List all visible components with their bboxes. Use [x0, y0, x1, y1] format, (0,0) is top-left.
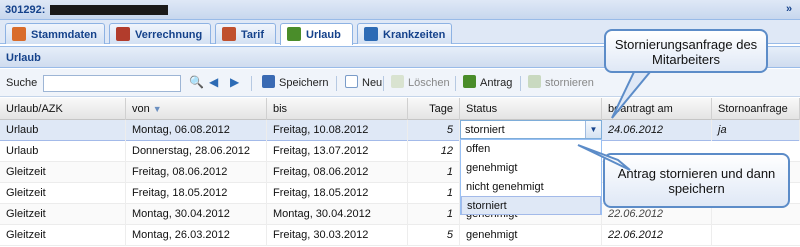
dropdown-option-nicht-genehmigt[interactable]: nicht genehmigt — [461, 178, 601, 197]
chevron-down-icon[interactable]: ▼ — [585, 121, 601, 138]
callout-employee-request: Stornierungsanfrage des Mitarbeiters — [604, 29, 768, 73]
dropdown-option-storniert[interactable]: storniert — [461, 196, 601, 215]
new-document-icon — [345, 75, 358, 88]
tab-krankzeiten[interactable]: Krankzeiten — [357, 23, 452, 44]
panel-title: Urlaub — [6, 52, 41, 64]
cell-tage: 1 — [408, 183, 460, 204]
cell-tage: 5 — [408, 225, 460, 246]
cell-status: genehmigt — [460, 225, 602, 246]
arrow-right-icon[interactable]: ▶ — [230, 75, 239, 91]
new-button[interactable]: Neu — [345, 75, 382, 91]
column-header-tage[interactable]: Tage — [408, 98, 460, 120]
cell-tage: 1 — [408, 204, 460, 225]
cancel-request-button[interactable]: stornieren — [528, 75, 594, 91]
cell-type: Gleitzeit — [0, 183, 126, 204]
floppy-disk-icon — [262, 75, 275, 88]
tab-tarif[interactable]: Tarif — [215, 23, 276, 44]
binoculars-icon[interactable]: 🔍 — [189, 75, 204, 91]
status-combobox-value: storniert — [465, 124, 505, 136]
status-combobox[interactable]: storniert ▼ — [460, 120, 602, 139]
cell-tage: 1 — [408, 162, 460, 183]
cell-von: Montag, 06.08.2012 — [126, 120, 267, 141]
tab-urlaub[interactable]: Urlaub — [280, 23, 353, 45]
cell-beantragt: 24.06.2012 — [602, 120, 712, 141]
dropdown-option-offen[interactable]: offen — [461, 140, 601, 159]
search-input[interactable] — [43, 75, 181, 92]
cell-von: Montag, 26.03.2012 — [126, 225, 267, 246]
cell-type: Gleitzeit — [0, 204, 126, 225]
toolbar-separator — [455, 76, 456, 91]
cell-bis: Freitag, 30.03.2012 — [267, 225, 408, 246]
request-button[interactable]: Antrag — [463, 75, 512, 91]
cell-von: Donnerstag, 28.06.2012 — [126, 141, 267, 162]
person-icon — [12, 27, 26, 41]
cancel-form-icon — [528, 75, 541, 88]
cell-storno: ja — [712, 120, 800, 141]
column-header-von[interactable]: von ▼ — [126, 98, 267, 120]
delete-icon — [391, 75, 404, 88]
sort-desc-icon: ▼ — [152, 104, 162, 114]
search-label: Suche — [6, 77, 38, 89]
cell-von: Montag, 30.04.2012 — [126, 204, 267, 225]
column-header-storno[interactable]: Stornoanfrage — [712, 98, 800, 120]
billing-icon — [116, 27, 130, 41]
dropdown-option-genehmigt[interactable]: genehmigt — [461, 159, 601, 178]
cell-bis: Freitag, 08.06.2012 — [267, 162, 408, 183]
toolbar-separator — [520, 76, 521, 91]
cell-bis: Freitag, 10.08.2012 — [267, 120, 408, 141]
cell-type: Urlaub — [0, 141, 126, 162]
toolbar-separator — [251, 76, 252, 91]
delete-button[interactable]: Löschen — [391, 75, 450, 91]
cell-bis: Freitag, 13.07.2012 — [267, 141, 408, 162]
column-header-status[interactable]: Status — [460, 98, 602, 120]
window-titlebar: 301292: » — [0, 0, 800, 20]
save-button[interactable]: Speichern — [262, 75, 329, 91]
cell-beantragt: 22.06.2012 — [602, 225, 712, 246]
cell-type: Gleitzeit — [0, 225, 126, 246]
calendar-icon — [364, 27, 378, 41]
form-icon — [463, 75, 476, 88]
collapse-icon[interactable]: » — [782, 3, 796, 17]
toolbar-separator — [383, 76, 384, 91]
tariff-icon — [222, 27, 236, 41]
tab-stammdaten[interactable]: Stammdaten — [5, 23, 105, 44]
redacted-name — [50, 5, 168, 15]
column-header-type[interactable]: Urlaub/AZK — [0, 98, 126, 120]
table-row[interactable]: Gleitzeit Montag, 26.03.2012 Freitag, 30… — [0, 225, 800, 246]
cell-tage: 12 — [408, 141, 460, 162]
table-row[interactable]: Urlaub Montag, 06.08.2012 Freitag, 10.08… — [0, 120, 800, 141]
callout-instruction: Antrag stornieren und dann speichern — [603, 153, 790, 208]
arrow-left-icon[interactable]: ◀ — [209, 75, 218, 91]
cell-tage: 5 — [408, 120, 460, 141]
cell-von: Freitag, 18.05.2012 — [126, 183, 267, 204]
column-header-bis[interactable]: bis — [267, 98, 408, 120]
cell-bis: Freitag, 18.05.2012 — [267, 183, 408, 204]
status-dropdown-list: offen genehmigt nicht genehmigt stornier… — [460, 139, 602, 215]
grid-header: Urlaub/AZK von ▼ bis Tage Status beantrag… — [0, 98, 800, 120]
cell-type: Gleitzeit — [0, 162, 126, 183]
cell-type: Urlaub — [0, 120, 126, 141]
tab-verrechnung[interactable]: Verrechnung — [109, 23, 211, 44]
toolbar: Suche 🔍 ◀ ▶ Speichern Neu Löschen Antrag… — [0, 69, 800, 97]
cell-von: Freitag, 08.06.2012 — [126, 162, 267, 183]
column-header-beantragt[interactable]: beantragt am — [602, 98, 712, 120]
vacation-icon — [287, 27, 301, 41]
cell-bis: Montag, 30.04.2012 — [267, 204, 408, 225]
window-title: 301292: — [5, 4, 46, 16]
toolbar-separator — [336, 76, 337, 91]
